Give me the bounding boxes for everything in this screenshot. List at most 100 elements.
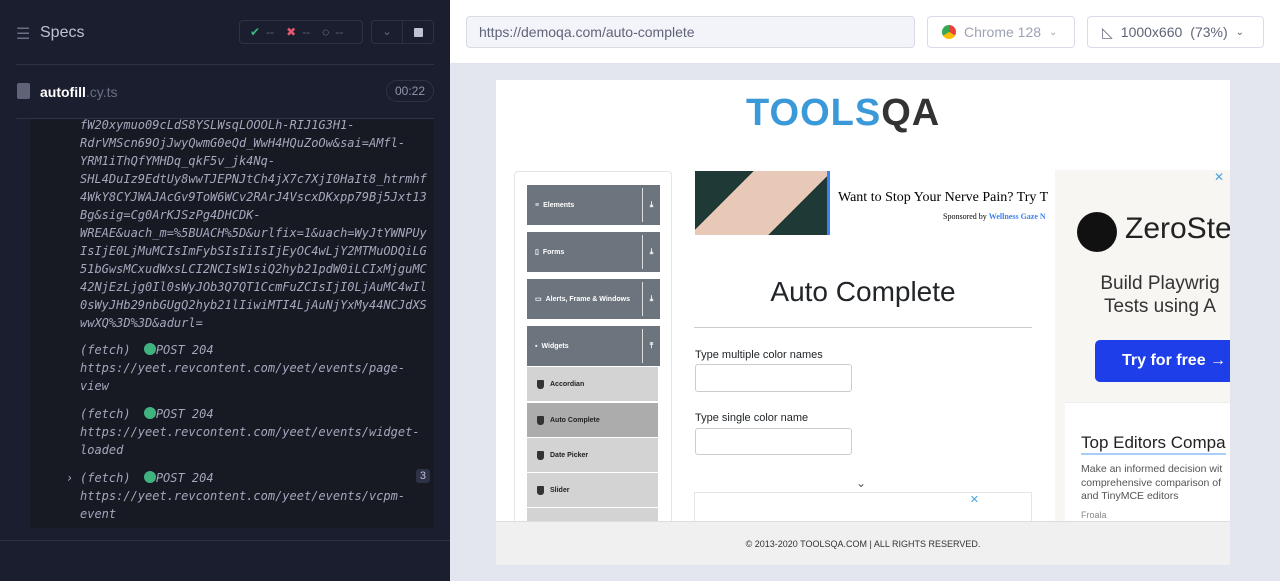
chevron-down-icon[interactable]: ⌄ (372, 21, 403, 43)
entry-type: (fetch) (80, 407, 131, 421)
count-badge: 3 (415, 469, 430, 483)
editors-title[interactable]: Top Editors Compa (1081, 433, 1226, 455)
pending-icon: ◌ (322, 25, 330, 39)
desc-line: Make an informed decision wit (1081, 463, 1223, 475)
collapse-icon: ⤒ (642, 329, 660, 363)
menu-label: Forms (542, 248, 565, 256)
divider (694, 327, 1032, 328)
editors-ad: Top Editors Compa Make an informed decis… (1065, 402, 1230, 521)
submenu-label: Auto Complete (550, 416, 600, 424)
entry-type: (fetch) (80, 471, 131, 485)
entry-url: https://yeet.revcontent.com/yeet/events/… (80, 425, 420, 439)
html5-icon (537, 450, 544, 460)
spec-file[interactable]: autofill.cy.ts (40, 84, 118, 100)
submenu-auto-complete[interactable]: Auto Complete (527, 403, 658, 437)
url-line: SHL4DuIz9EdtUy8wwTJEPNJtCh4jX7c7XjI0HaIt… (80, 172, 427, 186)
failed-count: -- (302, 25, 311, 39)
entry-url: event (80, 507, 117, 521)
entry-status: POST 204 (155, 407, 214, 421)
status-dot-icon (143, 471, 156, 483)
url-line: 51bGwsMCxudWxsLCI2NCIsW1siQ2hyb21pdW0iLC… (80, 262, 427, 276)
url-line: IsIjE0LjMuMCIsImFybSIsIiIsIjEyOC4wLjY2MT… (80, 244, 427, 258)
single-color-input[interactable] (695, 428, 852, 455)
ruler-icon: ◺ (1102, 23, 1113, 40)
specs-label[interactable]: Specs (40, 24, 84, 42)
url-line: 4WkY8CYJWAJAcGv9ToW6WCv2RArJ4VscxDKxpp79… (80, 190, 427, 204)
sponsor-link[interactable]: Wellness Gaze N (989, 212, 1046, 221)
side-ad[interactable]: ✕ ZeroSte Build Playwrig Tests using A Tr… (1055, 170, 1230, 521)
try-free-button[interactable]: Try for free → (1095, 340, 1230, 382)
passed-count: -- (266, 25, 275, 39)
sponsored-label: Sponsored by (943, 212, 987, 221)
log-entry[interactable]: (fetch) POST 204 https://yeet.revcontent.… (30, 341, 434, 405)
expand-icon: ⤓ (642, 188, 660, 222)
entry-url: https://yeet.revcontent.com/yeet/events/… (80, 361, 406, 375)
label-multiple: Type multiple color names (695, 349, 823, 361)
document-icon (17, 83, 30, 99)
zoom-level: (73%) (1190, 24, 1228, 40)
url-line: wwXQ%3D%3D&adurl= (80, 316, 203, 330)
ad-brand: ZeroSte (1125, 212, 1230, 245)
submenu-slider[interactable]: Slider (527, 473, 658, 507)
entry-url: view (80, 379, 109, 393)
entry-status: POST 204 (155, 471, 214, 485)
close-icon[interactable]: ✕ (970, 493, 979, 506)
url-line: Bg&sig=Cg0ArKJSzPg4DHCDK- (80, 208, 261, 222)
tagline-line: Build Playwrig (1100, 273, 1220, 294)
toolsqa-logo[interactable]: TOOLSQA (746, 92, 940, 135)
submenu-next[interactable] (527, 508, 658, 521)
status-dot-icon (143, 343, 156, 355)
stop-button[interactable] (403, 21, 433, 43)
submenu-label: Accordian (550, 380, 585, 388)
run-controls: ⌄ (371, 20, 434, 44)
log-entry[interactable]: (fetch) POST 204 https://yeet.revcontent.… (30, 405, 434, 469)
submenu-label: Date Picker (550, 451, 589, 459)
url-line: 0sWyJHb29nbGUgQ2hyb21lIiwiMTI4LjAuNjYxMy… (80, 298, 427, 312)
spec-extension: .cy.ts (85, 84, 118, 100)
chevron-down-icon[interactable]: ⌄ (856, 476, 866, 490)
url-line: WREAE&uach_m=%5BUACH%5D&urlfix=1&uach=Wy… (80, 226, 427, 240)
ad-image[interactable] (695, 171, 830, 235)
ad-source: Froala (1081, 510, 1107, 520)
editors-desc: Make an informed decision wit comprehensi… (1081, 463, 1222, 504)
page-footer: © 2013-2020 TOOLSQA.COM | ALL RIGHTS RES… (496, 521, 1230, 565)
divider (16, 64, 434, 65)
log-entries: (fetch) POST 204 https://yeet.revcontent.… (30, 341, 434, 528)
page-title: Auto Complete (770, 276, 956, 307)
browser-name: Chrome 128 (964, 24, 1042, 40)
chevron-right-icon[interactable]: › (66, 469, 73, 487)
chevron-down-icon: ⌄ (1235, 26, 1245, 38)
entry-url: https://yeet.revcontent.com/yeet/events/… (80, 489, 406, 503)
url-bar[interactable]: https://demoqa.com/auto-complete (466, 16, 915, 48)
ad-box: ✕ (694, 492, 1032, 522)
menu-forms[interactable]: ▯ Forms ⤓ (527, 232, 660, 272)
multiple-color-input[interactable] (695, 364, 852, 392)
desc-line: and TinyMCE editors (1081, 490, 1179, 502)
url-line: 42NjEzLjg0Il0sWyJOb3Q7QT1CcmFuZCIsIjI0Lj… (80, 280, 427, 294)
entry-url: loaded (80, 443, 124, 457)
menu-widgets[interactable]: ▪ Widgets ⤒ (527, 326, 660, 366)
ad-tagline: Build Playwrig Tests using A (1055, 272, 1230, 318)
command-log[interactable]: fW20xymuo09cLdS8YSLWsqLOOOLh-RIJ1G3H1- Rd… (30, 119, 434, 528)
divider (0, 540, 450, 541)
menu-elements[interactable]: ≡ Elements ⤓ (527, 185, 660, 225)
desc-line: comprehensive comparison of (1081, 476, 1222, 489)
browser-selector[interactable]: Chrome 128 ⌄ (927, 16, 1075, 48)
pending-count: -- (335, 25, 344, 39)
ad-headline[interactable]: Want to Stop Your Nerve Pain? Try T (838, 190, 1053, 206)
url-line: RdrVMScn69OjJwyQwmG0eQd_WwH4HQuZoOw&sai=… (80, 136, 406, 150)
specs-list-icon[interactable]: ☰ (16, 24, 30, 44)
html5-icon (537, 485, 544, 495)
menu-label: Widgets (541, 342, 569, 350)
close-icon[interactable]: ✕ (1214, 170, 1224, 184)
log-entry[interactable]: › 3 (fetch) POST 204 https://yeet.revconten… (30, 469, 434, 528)
submenu-date-picker[interactable]: Date Picker (527, 438, 658, 472)
submenu-accordian[interactable]: Accordian (527, 367, 658, 401)
menu-label: Alerts, Frame & Windows (545, 295, 630, 303)
submenu-label: Slider (550, 486, 570, 494)
entry-type: (fetch) (80, 343, 131, 357)
viewport-selector[interactable]: ◺ 1000x660 (73%) ⌄ (1087, 16, 1264, 48)
url-line: fW20xymuo09cLdS8YSLWsqLOOOLh-RIJ1G3H1- (80, 119, 355, 132)
ad-sponsor: Sponsored by Wellness Gaze N (943, 212, 1053, 221)
menu-alerts[interactable]: ▭ Alerts, Frame & Windows ⤓ (527, 279, 660, 319)
